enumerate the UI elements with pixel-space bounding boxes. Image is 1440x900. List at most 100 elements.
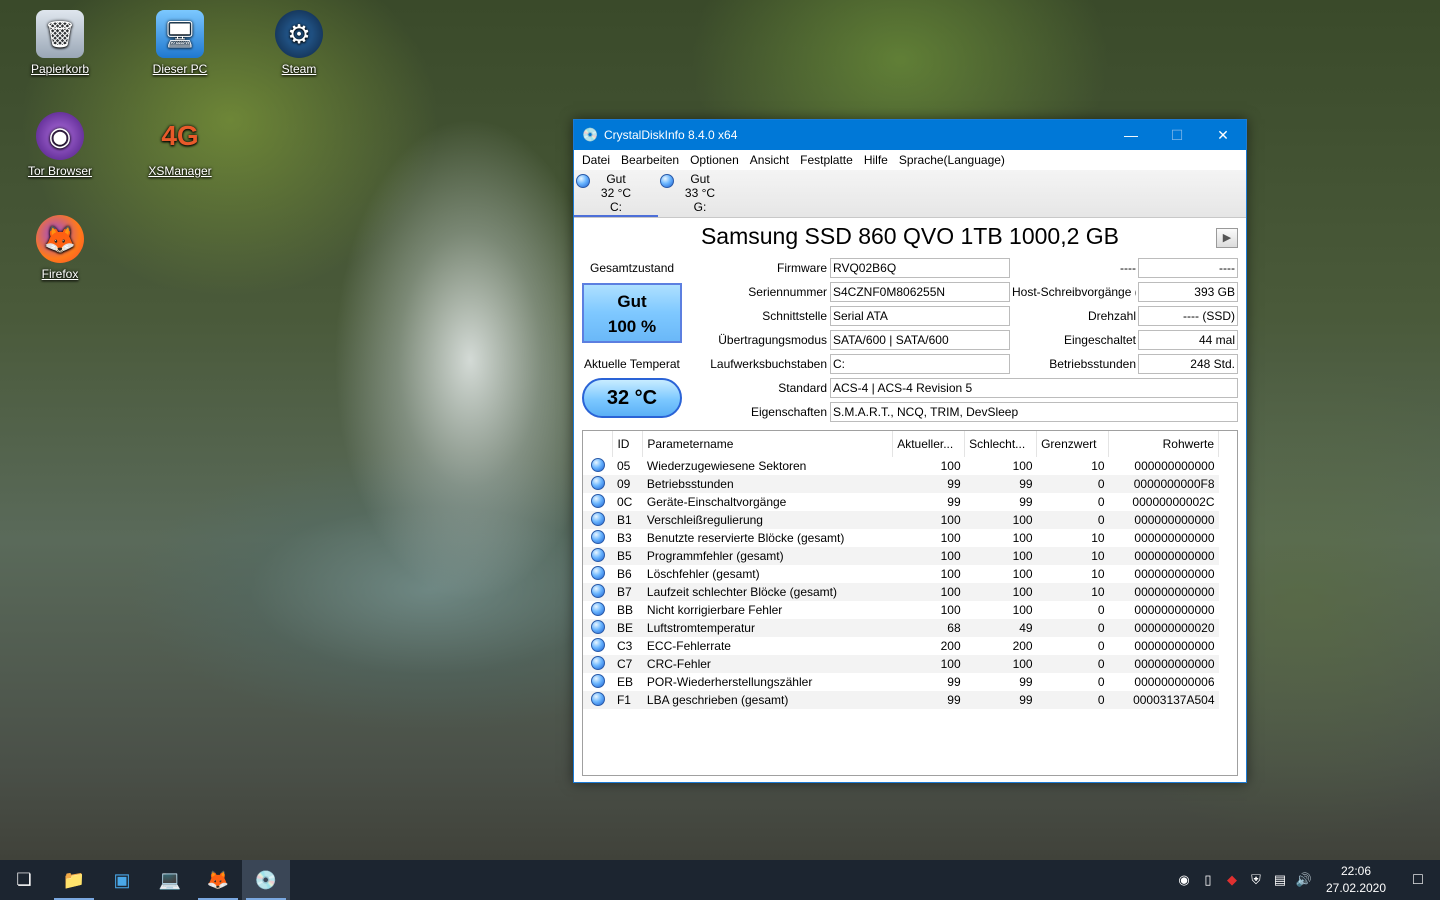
- smart-row[interactable]: EB POR-Wiederherstellungszähler 99 99 0 00000…: [583, 673, 1219, 691]
- network-icon[interactable]: ▤: [1268, 872, 1292, 888]
- smart-worst: 100: [1012, 603, 1033, 617]
- menu-optionen[interactable]: Optionen: [686, 153, 746, 167]
- desktop-icon-tor-browser[interactable]: ◉ Tor Browser: [15, 112, 105, 178]
- smart-worst: 100: [1012, 459, 1033, 473]
- smart-current: 100: [940, 603, 961, 617]
- minimize-button[interactable]: —: [1108, 120, 1154, 150]
- start-button[interactable]: ❏: [0, 860, 48, 900]
- tray-app-icon[interactable]: ◆: [1220, 872, 1244, 888]
- smart-current: 200: [940, 639, 961, 653]
- smart-worst: 99: [1019, 495, 1033, 509]
- maximize-button[interactable]: ☐: [1154, 120, 1200, 150]
- taskbar-crystaldiskinfo[interactable]: 💿: [242, 860, 290, 900]
- taskbar-app-3[interactable]: 💻: [146, 860, 194, 900]
- steam-tray-icon[interactable]: ◉: [1172, 872, 1196, 888]
- smart-row[interactable]: 05 Wiederzugewiesene Sektoren 100 100 10 0000…: [583, 457, 1219, 475]
- menu-sprache[interactable]: Sprache(Language): [895, 153, 1012, 167]
- smart-row[interactable]: B1 Verschleißregulierung 100 100 0 0000000000…: [583, 511, 1219, 529]
- smart-row[interactable]: F1 LBA geschrieben (gesamt) 99 99 0 00003137A…: [583, 691, 1219, 709]
- firefox-icon: 🦊: [36, 215, 84, 263]
- smart-row[interactable]: C7 CRC-Fehler 100 100 0 000000000000: [583, 655, 1219, 673]
- smart-raw: 000000000000: [1134, 567, 1215, 581]
- desktop-icon-steam[interactable]: ⚙ Steam: [254, 10, 344, 76]
- taskbar-firefox[interactable]: 🦊: [194, 860, 242, 900]
- smart-threshold: 0: [1097, 639, 1105, 653]
- smart-id: 09: [612, 475, 643, 493]
- smart-id: B7: [612, 583, 643, 601]
- column-raw-values[interactable]: Rohwerte: [1108, 431, 1219, 457]
- menu-ansicht[interactable]: Ansicht: [746, 153, 796, 167]
- smart-row[interactable]: B7 Laufzeit schlechter Blöcke (gesamt) 100…: [583, 583, 1219, 601]
- close-button[interactable]: ✕: [1200, 120, 1246, 150]
- power-on-count-value: 44 mal: [1138, 330, 1238, 350]
- smart-threshold: 10: [1036, 583, 1109, 601]
- temperature-button[interactable]: 32 °C: [582, 378, 682, 418]
- smart-row[interactable]: BE Luftstromtemperatur 68 49 0 000000000020: [583, 619, 1219, 637]
- health-status-button[interactable]: Gut 100 %: [582, 283, 682, 343]
- smart-row[interactable]: BB Nicht korrigierbare Fehler 100 100 0 00000…: [583, 601, 1219, 619]
- smart-threshold: 0: [1097, 675, 1105, 689]
- column-current[interactable]: Aktueller...: [892, 431, 966, 457]
- interface-value: Serial ATA: [830, 306, 1010, 326]
- desktop-icon-xsmanager[interactable]: 4G XSManager: [135, 112, 225, 178]
- column-parameter-name[interactable]: Parametername: [642, 431, 894, 457]
- notification-icon[interactable]: □: [1396, 871, 1440, 889]
- desktop-icon-label: Steam: [281, 62, 317, 76]
- health-good-icon: [590, 601, 605, 616]
- features-value: S.M.A.R.T., NCQ, TRIM, DevSleep: [830, 402, 1238, 422]
- drive-selector-bar: Gut 32 °C C: Gut 33 °C G:: [574, 170, 1246, 218]
- smart-attributes-list[interactable]: ID Parametername Aktueller... Schlecht..…: [582, 430, 1238, 776]
- smart-row[interactable]: 09 Betriebsstunden 99 99 0 0000000000F8: [583, 475, 1219, 493]
- smart-worst: 100: [964, 547, 1037, 565]
- smart-status-cell: [583, 475, 613, 493]
- taskbar-file-explorer[interactable]: 📁: [50, 860, 98, 900]
- smart-raw: 00000000002C: [1132, 495, 1215, 509]
- power-on-count-label: Eingeschaltet: [1063, 333, 1136, 347]
- smart-row[interactable]: B5 Programmfehler (gesamt) 100 100 10 0000000…: [583, 547, 1219, 565]
- title-bar[interactable]: 💿 CrystalDiskInfo 8.4.0 x64 — ☐ ✕: [574, 120, 1246, 150]
- menu-datei[interactable]: Datei: [578, 153, 617, 167]
- health-good-icon: [590, 493, 605, 508]
- steam-icon: ⚙: [275, 10, 323, 58]
- menu-hilfe[interactable]: Hilfe: [860, 153, 895, 167]
- smart-status-cell: [583, 655, 613, 673]
- smart-header-row: ID Parametername Aktueller... Schlecht..…: [583, 431, 1219, 457]
- smart-parameter-name: Löschfehler (gesamt): [646, 567, 760, 581]
- smart-status-cell: [583, 565, 613, 583]
- desktop-icon-this-pc[interactable]: 🖥 Dieser PC: [135, 10, 225, 76]
- column-status[interactable]: [583, 431, 614, 457]
- usb-icon[interactable]: ▯: [1196, 872, 1220, 888]
- smart-row[interactable]: B3 Benutzte reservierte Blöcke (gesamt) 10…: [583, 529, 1219, 547]
- taskbar-app-2[interactable]: ▣: [98, 860, 146, 900]
- desktop-icon-label: XSManager: [148, 164, 212, 178]
- drive-letters-value: C:: [830, 354, 1010, 374]
- recycle-bin-icon: 🗑: [36, 10, 84, 58]
- health-label: Gesamtzustand: [590, 261, 675, 275]
- smart-parameter-name: ECC-Fehlerrate: [646, 639, 731, 653]
- menu-bearbeiten[interactable]: Bearbeiten: [617, 153, 686, 167]
- desktop-icon-firefox[interactable]: 🦊 Firefox: [15, 215, 105, 281]
- clock[interactable]: 22:06 27.02.2020: [1316, 863, 1396, 897]
- column-id[interactable]: ID: [612, 431, 644, 457]
- security-shield-icon[interactable]: ⛨: [1244, 872, 1268, 888]
- smart-row[interactable]: C3 ECC-Fehlerrate 200 200 0 000000000000: [583, 637, 1219, 655]
- smart-row[interactable]: 0C Geräte-Einschaltvorgänge 99 99 0 000000000…: [583, 493, 1219, 511]
- drive-tab-c[interactable]: Gut 32 °C C:: [574, 172, 658, 217]
- next-drive-button[interactable]: ▶: [1216, 228, 1238, 248]
- menu-festplatte[interactable]: Festplatte: [796, 153, 860, 167]
- health-good-icon: [590, 529, 605, 544]
- drive-temp: 32 °C: [600, 186, 632, 200]
- smart-threshold: 0: [1036, 691, 1109, 709]
- column-threshold[interactable]: Grenzwert: [1036, 431, 1110, 457]
- smart-worst: 100: [964, 655, 1037, 673]
- smart-id: B5: [612, 547, 643, 565]
- smart-raw: 000000000000: [1108, 547, 1219, 565]
- smart-threshold: 10: [1091, 459, 1105, 473]
- drive-tab-g[interactable]: Gut 33 °C G:: [658, 172, 742, 217]
- smart-row[interactable]: B6 Löschfehler (gesamt) 100 100 10 0000000000…: [583, 565, 1219, 583]
- volume-icon[interactable]: 🔊: [1292, 872, 1316, 888]
- column-worst[interactable]: Schlecht...: [964, 431, 1038, 457]
- smart-id: BE: [612, 619, 643, 637]
- desktop-icon-recycle-bin[interactable]: 🗑 Papierkorb: [15, 10, 105, 76]
- smart-raw: 000000000006: [1134, 675, 1215, 689]
